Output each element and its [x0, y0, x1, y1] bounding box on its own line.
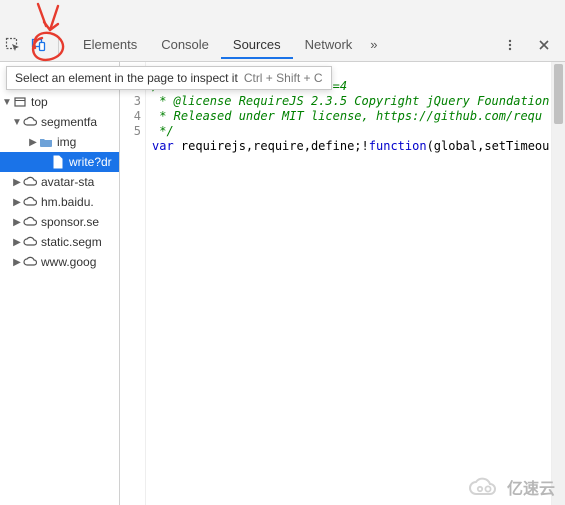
chevron-right-icon: ▶	[12, 257, 22, 268]
line-number: 5	[120, 124, 141, 139]
node-label: sponsor.se	[41, 215, 99, 229]
tree-node-write[interactable]: write?dr	[0, 152, 119, 172]
tooltip-text: Select an element in the page to inspect…	[15, 71, 238, 85]
tree-node-hm[interactable]: ▶ hm.baidu.	[0, 192, 119, 212]
chevron-right-icon: ▶	[12, 217, 22, 228]
main-split: ▼ top ▼ segmentfa ▶ img	[0, 62, 565, 505]
keyword: var	[152, 139, 174, 153]
toolbar-inner: Elements Console Sources Network »	[0, 31, 565, 59]
code-line: * Released under MIT license, https://gi…	[152, 109, 542, 123]
node-label: img	[57, 135, 76, 149]
line-number: 3	[120, 94, 141, 109]
tab-console[interactable]: Console	[149, 31, 221, 59]
watermark: 亿速云	[467, 475, 555, 499]
chevron-down-icon: ▼	[2, 97, 12, 108]
tree-node-avatar[interactable]: ▶ avatar-sta	[0, 172, 119, 192]
devtools-toolbar: Elements Console Sources Network »	[0, 0, 565, 62]
chevron-right-icon: ▶	[28, 137, 38, 148]
watermark-text: 亿速云	[507, 475, 555, 499]
kebab-icon	[503, 38, 517, 52]
code-line: */	[152, 124, 174, 138]
node-label: segmentfa	[41, 115, 97, 129]
chevron-down-icon: ▼	[12, 117, 22, 128]
scrollbar-thumb[interactable]	[554, 64, 563, 124]
tree-node-segmentfault[interactable]: ▼ segmentfa	[0, 112, 119, 132]
tree-node-static-seg[interactable]: ▶ static.segm	[0, 232, 119, 252]
cursor-select-icon	[5, 37, 21, 53]
file-icon	[50, 155, 66, 169]
tree-node-img[interactable]: ▶ img	[0, 132, 119, 152]
tab-network[interactable]: Network	[293, 31, 365, 59]
cloud-icon	[22, 116, 38, 128]
keyword: function	[369, 139, 427, 153]
inspect-element-button[interactable]	[0, 32, 26, 58]
node-label: avatar-sta	[41, 175, 94, 189]
idents: (global,setTimeou	[427, 139, 550, 153]
vertical-scrollbar[interactable]	[551, 62, 565, 505]
cloud-icon	[22, 256, 38, 268]
node-label: static.segm	[41, 235, 102, 249]
cloud-logo-icon	[467, 476, 501, 498]
line-gutter: 1 2 3 4 5	[120, 62, 146, 505]
code-area[interactable]: /** vim: et:ts=4:sw=4:sts=4 * @license R…	[146, 62, 551, 505]
node-label: hm.baidu.	[41, 195, 94, 209]
tree-node-sponsor[interactable]: ▶ sponsor.se	[0, 212, 119, 232]
idents: requirejs,require,define;!	[174, 139, 369, 153]
tab-overflow[interactable]: »	[364, 31, 383, 59]
device-toolbar-button[interactable]	[26, 32, 52, 58]
tab-elements[interactable]: Elements	[71, 31, 149, 59]
tree-node-google[interactable]: ▶ www.goog	[0, 252, 119, 272]
window-icon	[12, 96, 28, 108]
code-line: var requirejs,require,define;!function(g…	[152, 139, 549, 153]
code-editor: 1 2 3 4 5 /** vim: et:ts=4:sw=4:sts=4 * …	[120, 62, 565, 505]
tree-node-top[interactable]: ▼ top	[0, 92, 119, 112]
tooltip-shortcut: Ctrl + Shift + C	[244, 71, 323, 85]
node-label: write?dr	[69, 155, 112, 169]
chevron-right-icon: ▶	[12, 177, 22, 188]
cloud-icon	[22, 216, 38, 228]
sources-sidebar: ▼ top ▼ segmentfa ▶ img	[0, 62, 120, 505]
device-icon	[31, 37, 47, 53]
toolbar-right	[497, 32, 565, 58]
close-devtools-button[interactable]	[531, 32, 557, 58]
chevron-right-icon: ▶	[12, 197, 22, 208]
node-label: www.goog	[41, 255, 96, 269]
file-tree: ▼ top ▼ segmentfa ▶ img	[0, 92, 119, 272]
toolbar-divider	[58, 36, 59, 54]
close-icon	[538, 39, 550, 51]
node-label: top	[31, 95, 48, 109]
inspect-tooltip: Select an element in the page to inspect…	[6, 66, 332, 90]
chevron-right-icon: ▶	[12, 237, 22, 248]
cloud-icon	[22, 176, 38, 188]
cloud-icon	[22, 236, 38, 248]
code-line: * @license RequireJS 2.3.5 Copyright jQu…	[152, 94, 549, 108]
tab-sources[interactable]: Sources	[221, 31, 293, 59]
panel-tabs: Elements Console Sources Network »	[71, 31, 497, 59]
cloud-icon	[22, 196, 38, 208]
line-number: 4	[120, 109, 141, 124]
kebab-menu-button[interactable]	[497, 32, 523, 58]
folder-icon	[38, 136, 54, 148]
